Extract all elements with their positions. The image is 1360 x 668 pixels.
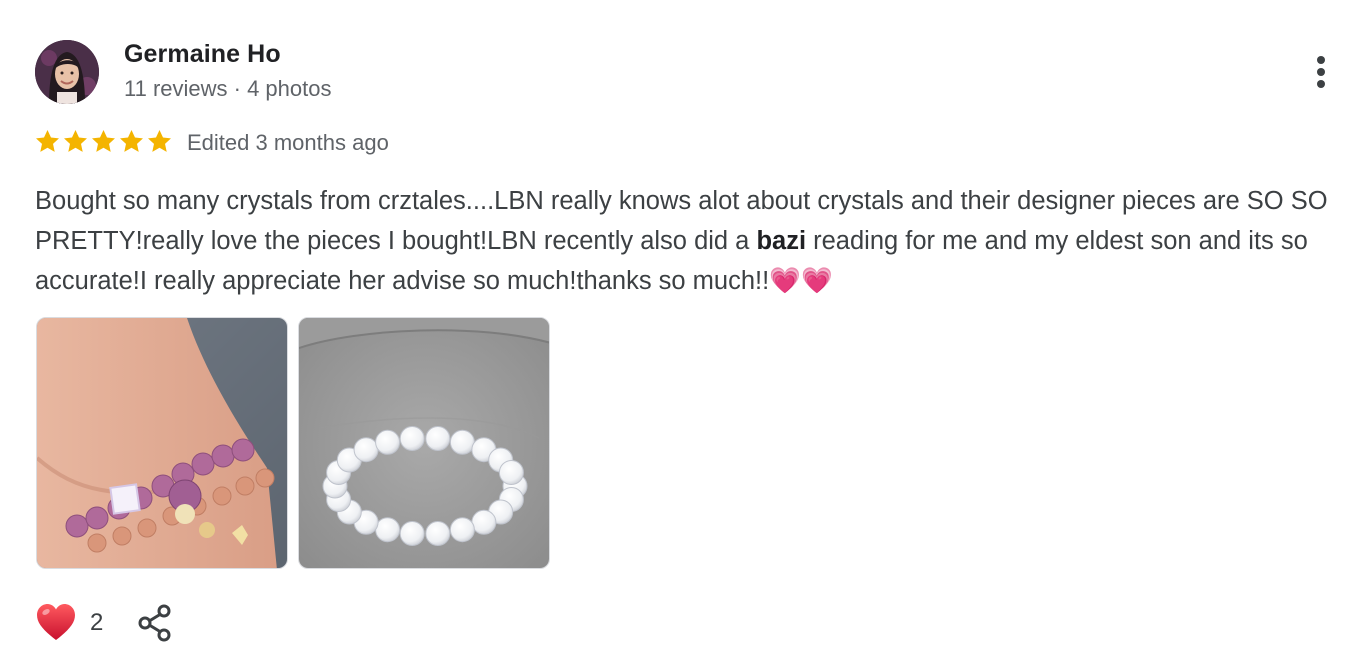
star-icon [62,128,89,156]
edited-timestamp: Edited 3 months ago [187,130,389,155]
star-icon [146,128,173,156]
share-icon [138,604,171,642]
share-button[interactable] [136,604,174,642]
more-vert-icon [1317,56,1325,64]
avatar[interactable] [35,40,99,104]
star-rating [34,128,173,156]
more-options-button[interactable] [1302,52,1340,92]
purple-bracelet-photo[interactable] [36,317,288,569]
star-icon [118,128,145,156]
like-count: 2 [90,609,104,636]
heart-icon [37,604,75,640]
white-bracelet-photo[interactable] [298,317,550,569]
review-card: Germaine Ho 11 reviews · 4 photos Edited… [0,0,1360,668]
review-text-bold: bazi [756,227,807,255]
author-name[interactable]: Germaine Ho [124,40,281,69]
review-text: Bought so many crystals from crztales...… [35,181,1335,301]
star-icon [34,128,61,156]
author-meta: 11 reviews · 4 photos [124,76,332,101]
star-icon [90,128,117,156]
like-button[interactable] [35,602,77,644]
